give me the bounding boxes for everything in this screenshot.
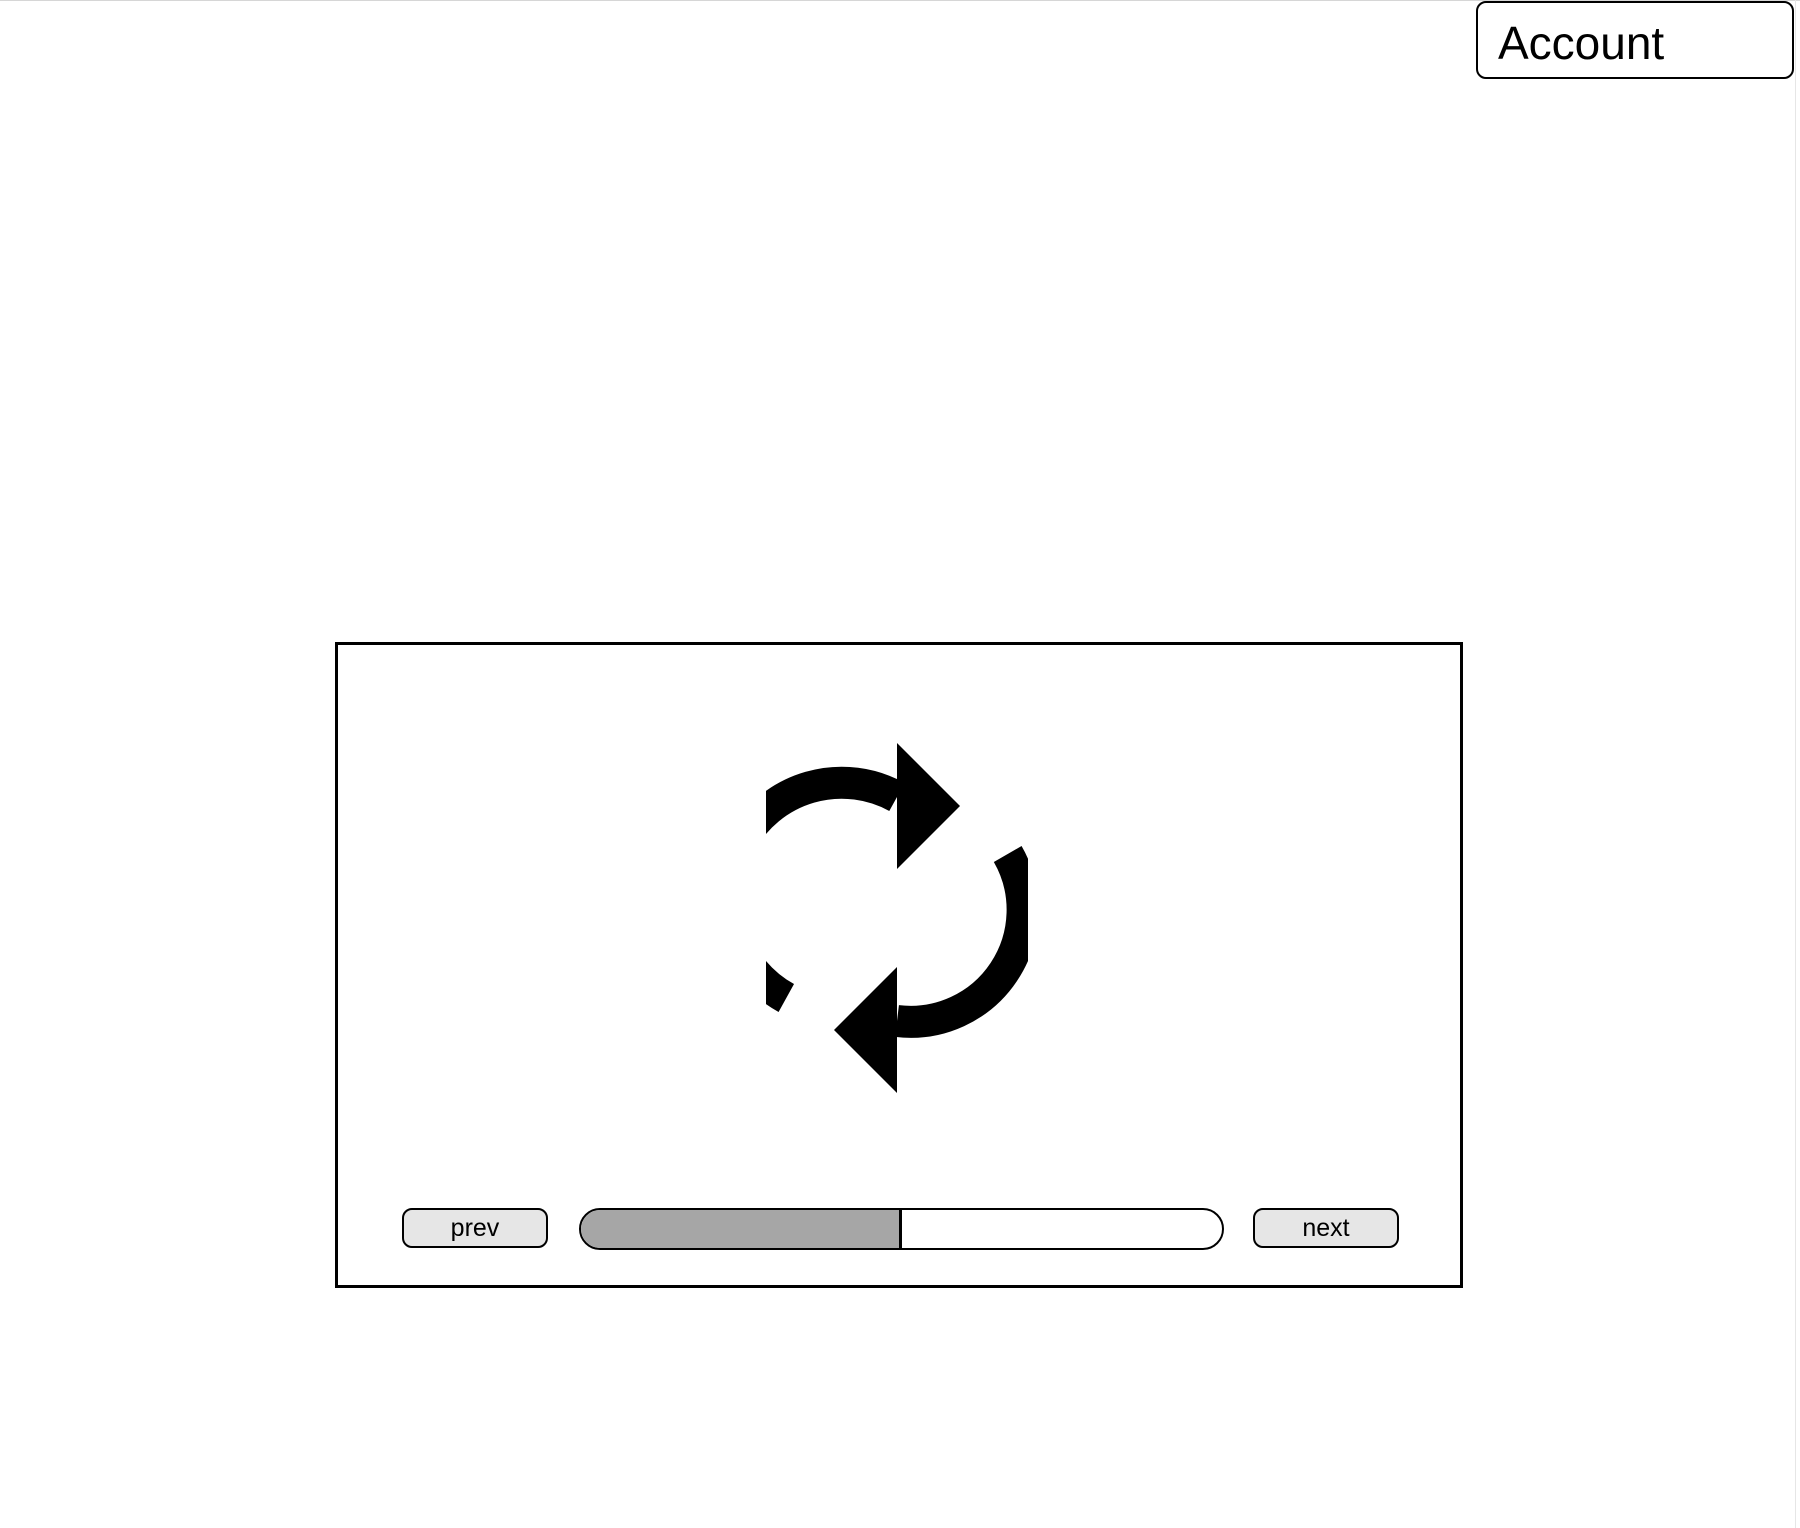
right-divider (1795, 0, 1796, 1528)
slideshow-panel: prev next (335, 642, 1463, 1288)
account-button[interactable]: Account (1476, 1, 1794, 79)
refresh-icon (766, 743, 1028, 1095)
prev-button[interactable]: prev (402, 1208, 548, 1248)
progress-bar[interactable] (579, 1208, 1224, 1250)
progress-fill (581, 1210, 902, 1248)
next-button[interactable]: next (1253, 1208, 1399, 1248)
